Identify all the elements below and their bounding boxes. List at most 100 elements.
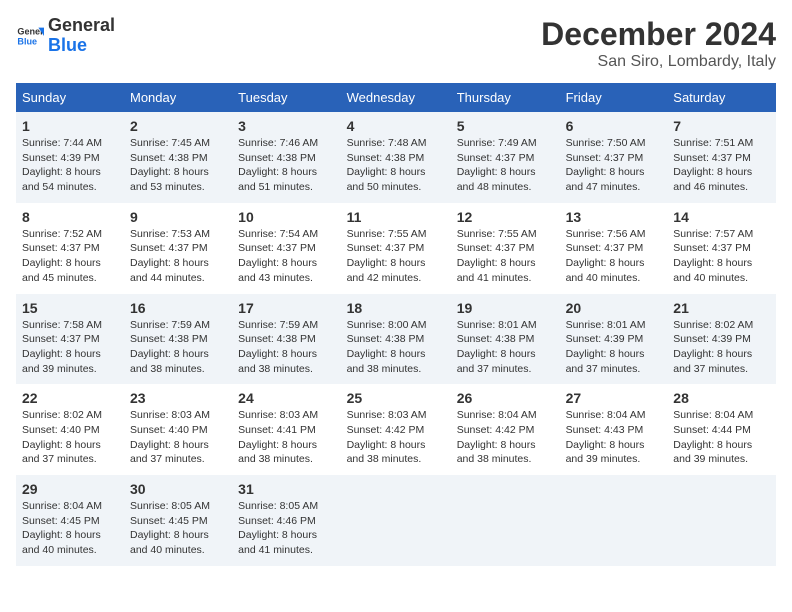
header-thursday: Thursday — [451, 83, 560, 112]
day-info: Sunrise: 7:46 AMSunset: 4:38 PMDaylight:… — [238, 136, 334, 195]
calendar-cell: 8 Sunrise: 7:52 AMSunset: 4:37 PMDaylight… — [16, 203, 124, 294]
day-number: 27 — [566, 390, 662, 406]
day-info: Sunrise: 8:03 AMSunset: 4:41 PMDaylight:… — [238, 408, 334, 467]
calendar-week-row: 22 Sunrise: 8:02 AMSunset: 4:40 PMDayligh… — [16, 384, 776, 475]
calendar-cell: 15 Sunrise: 7:58 AMSunset: 4:37 PMDayligh… — [16, 294, 124, 385]
day-number: 28 — [673, 390, 770, 406]
calendar-cell — [451, 475, 560, 566]
day-number: 7 — [673, 118, 770, 134]
calendar-week-row: 8 Sunrise: 7:52 AMSunset: 4:37 PMDaylight… — [16, 203, 776, 294]
logo-text: General Blue — [48, 16, 115, 56]
day-info: Sunrise: 7:48 AMSunset: 4:38 PMDaylight:… — [347, 136, 445, 195]
day-number: 5 — [457, 118, 554, 134]
calendar-cell: 5 Sunrise: 7:49 AMSunset: 4:37 PMDaylight… — [451, 112, 560, 203]
calendar-cell — [341, 475, 451, 566]
day-info: Sunrise: 7:49 AMSunset: 4:37 PMDaylight:… — [457, 136, 554, 195]
day-number: 29 — [22, 481, 118, 497]
calendar-cell: 25 Sunrise: 8:03 AMSunset: 4:42 PMDayligh… — [341, 384, 451, 475]
day-number: 4 — [347, 118, 445, 134]
calendar-week-row: 15 Sunrise: 7:58 AMSunset: 4:37 PMDayligh… — [16, 294, 776, 385]
day-info: Sunrise: 8:04 AMSunset: 4:45 PMDaylight:… — [22, 499, 118, 558]
day-info: Sunrise: 7:50 AMSunset: 4:37 PMDaylight:… — [566, 136, 662, 195]
header-tuesday: Tuesday — [232, 83, 340, 112]
header-saturday: Saturday — [667, 83, 776, 112]
logo-icon: General Blue — [16, 22, 44, 50]
calendar-cell: 4 Sunrise: 7:48 AMSunset: 4:38 PMDaylight… — [341, 112, 451, 203]
calendar-cell: 3Sunrise: 7:46 AMSunset: 4:38 PMDaylight… — [232, 112, 340, 203]
day-number: 18 — [347, 300, 445, 316]
calendar-cell: 12 Sunrise: 7:55 AMSunset: 4:37 PMDayligh… — [451, 203, 560, 294]
calendar-cell: 6 Sunrise: 7:50 AMSunset: 4:37 PMDaylight… — [560, 112, 668, 203]
day-number: 25 — [347, 390, 445, 406]
calendar-cell: 28 Sunrise: 8:04 AMSunset: 4:44 PMDayligh… — [667, 384, 776, 475]
day-info: Sunrise: 8:01 AMSunset: 4:38 PMDaylight:… — [457, 318, 554, 377]
svg-text:Blue: Blue — [17, 36, 37, 46]
calendar-header-row: SundayMondayTuesdayWednesdayThursdayFrid… — [16, 83, 776, 112]
calendar-cell: 18 Sunrise: 8:00 AMSunset: 4:38 PMDayligh… — [341, 294, 451, 385]
page-subtitle: San Siro, Lombardy, Italy — [541, 53, 776, 71]
day-number: 14 — [673, 209, 770, 225]
calendar-cell: 26 Sunrise: 8:04 AMSunset: 4:42 PMDayligh… — [451, 384, 560, 475]
day-number: 15 — [22, 300, 118, 316]
day-info: Sunrise: 7:54 AMSunset: 4:37 PMDaylight:… — [238, 227, 334, 286]
header-friday: Friday — [560, 83, 668, 112]
day-number: 26 — [457, 390, 554, 406]
day-number: 6 — [566, 118, 662, 134]
day-number: 1 — [22, 118, 118, 134]
calendar-cell: 14Sunrise: 7:57 AMSunset: 4:37 PMDayligh… — [667, 203, 776, 294]
calendar-cell: 31 Sunrise: 8:05 AMSunset: 4:46 PMDayligh… — [232, 475, 340, 566]
day-number: 12 — [457, 209, 554, 225]
day-number: 30 — [130, 481, 226, 497]
day-number: 8 — [22, 209, 118, 225]
day-info: Sunrise: 8:03 AMSunset: 4:42 PMDaylight:… — [347, 408, 445, 467]
day-number: 19 — [457, 300, 554, 316]
day-number: 22 — [22, 390, 118, 406]
day-info: Sunrise: 7:44 AMSunset: 4:39 PMDaylight:… — [22, 136, 118, 195]
day-number: 23 — [130, 390, 226, 406]
day-info: Sunrise: 7:52 AMSunset: 4:37 PMDaylight:… — [22, 227, 118, 286]
day-info: Sunrise: 8:02 AMSunset: 4:40 PMDaylight:… — [22, 408, 118, 467]
header-monday: Monday — [124, 83, 232, 112]
calendar-cell: 7 Sunrise: 7:51 AMSunset: 4:37 PMDaylight… — [667, 112, 776, 203]
day-number: 2 — [130, 118, 226, 134]
day-info: Sunrise: 8:04 AMSunset: 4:43 PMDaylight:… — [566, 408, 662, 467]
calendar-cell: 24 Sunrise: 8:03 AMSunset: 4:41 PMDayligh… — [232, 384, 340, 475]
calendar-cell: 21 Sunrise: 8:02 AMSunset: 4:39 PMDayligh… — [667, 294, 776, 385]
calendar-cell: 16Sunrise: 7:59 AMSunset: 4:38 PMDayligh… — [124, 294, 232, 385]
calendar-cell — [667, 475, 776, 566]
day-number: 11 — [347, 209, 445, 225]
day-info: Sunrise: 8:02 AMSunset: 4:39 PMDaylight:… — [673, 318, 770, 377]
day-info: Sunrise: 8:04 AMSunset: 4:44 PMDaylight:… — [673, 408, 770, 467]
calendar-cell: 10 Sunrise: 7:54 AMSunset: 4:37 PMDayligh… — [232, 203, 340, 294]
calendar-week-row: 29 Sunrise: 8:04 AMSunset: 4:45 PMDayligh… — [16, 475, 776, 566]
calendar-cell: 17 Sunrise: 7:59 AMSunset: 4:38 PMDayligh… — [232, 294, 340, 385]
calendar-cell: 20Sunrise: 8:01 AMSunset: 4:39 PMDayligh… — [560, 294, 668, 385]
day-number: 21 — [673, 300, 770, 316]
calendar-cell: 1 Sunrise: 7:44 AMSunset: 4:39 PMDaylight… — [16, 112, 124, 203]
page-title: December 2024 — [541, 16, 776, 53]
day-info: Sunrise: 8:03 AMSunset: 4:40 PMDaylight:… — [130, 408, 226, 467]
logo: General Blue General Blue — [16, 16, 115, 56]
day-number: 24 — [238, 390, 334, 406]
calendar-table: SundayMondayTuesdayWednesdayThursdayFrid… — [16, 83, 776, 566]
day-info: Sunrise: 7:58 AMSunset: 4:37 PMDaylight:… — [22, 318, 118, 377]
calendar-cell: 27 Sunrise: 8:04 AMSunset: 4:43 PMDayligh… — [560, 384, 668, 475]
calendar-cell: 23 Sunrise: 8:03 AMSunset: 4:40 PMDayligh… — [124, 384, 232, 475]
day-info: Sunrise: 7:51 AMSunset: 4:37 PMDaylight:… — [673, 136, 770, 195]
calendar-cell: 19 Sunrise: 8:01 AMSunset: 4:38 PMDayligh… — [451, 294, 560, 385]
day-info: Sunrise: 7:59 AMSunset: 4:38 PMDaylight:… — [238, 318, 334, 377]
day-info: Sunrise: 7:45 AMSunset: 4:38 PMDaylight:… — [130, 136, 226, 195]
day-number: 31 — [238, 481, 334, 497]
header-wednesday: Wednesday — [341, 83, 451, 112]
calendar-cell: 2 Sunrise: 7:45 AMSunset: 4:38 PMDaylight… — [124, 112, 232, 203]
day-number: 10 — [238, 209, 334, 225]
calendar-cell — [560, 475, 668, 566]
calendar-week-row: 1 Sunrise: 7:44 AMSunset: 4:39 PMDaylight… — [16, 112, 776, 203]
calendar-cell: 29 Sunrise: 8:04 AMSunset: 4:45 PMDayligh… — [16, 475, 124, 566]
day-info: Sunrise: 8:05 AMSunset: 4:46 PMDaylight:… — [238, 499, 334, 558]
day-info: Sunrise: 7:55 AMSunset: 4:37 PMDaylight:… — [457, 227, 554, 286]
day-number: 17 — [238, 300, 334, 316]
day-info: Sunrise: 8:05 AMSunset: 4:45 PMDaylight:… — [130, 499, 226, 558]
day-info: Sunrise: 8:00 AMSunset: 4:38 PMDaylight:… — [347, 318, 445, 377]
day-info: Sunrise: 8:04 AMSunset: 4:42 PMDaylight:… — [457, 408, 554, 467]
